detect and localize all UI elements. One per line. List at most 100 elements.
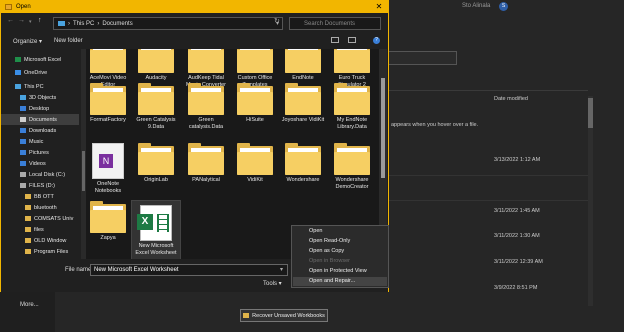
nav-item-downloads[interactable]: Downloads [1, 125, 79, 136]
local-disk-c-icon [20, 172, 26, 177]
back-arrow-icon[interactable]: ← [7, 17, 14, 24]
nav-item-program-files[interactable]: Program Files [1, 246, 79, 257]
menu-item-open[interactable]: Open [293, 227, 387, 236]
file-item[interactable]: X New Microsoft Excel Worksheet [131, 200, 181, 259]
help-icon[interactable]: ? [373, 37, 380, 44]
preview-pane-icon[interactable] [348, 37, 356, 43]
nav-item-3d-objects[interactable]: 3D Objects [1, 92, 79, 103]
bb-ott-icon [25, 194, 31, 199]
date-modified-header[interactable]: Date modified [494, 96, 528, 102]
file-item[interactable]: FormatFactory [86, 83, 132, 124]
view-options-icon[interactable] [331, 37, 339, 43]
nav-item-onedrive[interactable]: OneDrive [1, 67, 79, 78]
avatar[interactable]: S [499, 2, 508, 11]
backstage-search-box[interactable] [388, 51, 457, 65]
this-pc-icon [15, 84, 21, 89]
nav-item-files-d[interactable]: FILES (D:) [1, 180, 79, 191]
folder-icon [138, 143, 174, 175]
bluetooth-icon [25, 205, 31, 210]
file-item-label: OriginLab [144, 177, 168, 183]
nav-item-pictures[interactable]: Pictures [1, 147, 79, 158]
up-arrow-icon[interactable]: ↑ [38, 17, 42, 24]
nav-item-label: Music [29, 138, 44, 145]
divider [388, 90, 588, 91]
program-files-icon [25, 249, 31, 254]
forward-arrow-icon[interactable]: → [18, 17, 25, 24]
pictures-icon [20, 150, 26, 155]
breadcrumb-this-pc[interactable]: This PC [73, 21, 94, 27]
file-item[interactable]: VidiKit [231, 143, 279, 184]
breadcrumb-documents[interactable]: Documents [102, 21, 132, 27]
nav-item-local-disk-c[interactable]: Local Disk (C:) [1, 169, 79, 180]
file-name-input[interactable]: New Microsoft Excel Worksheet [90, 264, 288, 276]
file-item-label: VidiKit [247, 177, 263, 183]
file-item[interactable]: EndNote [279, 49, 327, 82]
close-button[interactable]: ✕ [373, 2, 385, 12]
recent-locations-chevron-icon[interactable]: ▾ [29, 19, 32, 25]
menu-item-open-and-repair[interactable]: Open and Repair... [293, 277, 387, 286]
nav-item-desktop[interactable]: Desktop [1, 103, 79, 114]
hover-hint: appears when you hover over a file. [391, 122, 479, 128]
file-item[interactable]: OriginLab [132, 143, 180, 184]
3d-objects-icon [20, 95, 26, 100]
folder-icon [90, 201, 126, 233]
backstage-scrollbar-thumb[interactable] [588, 98, 593, 128]
folder-icon [237, 83, 273, 115]
nav-item-comsats-univ[interactable]: COMSATS Univ [1, 213, 79, 224]
nav-item-bb-ott[interactable]: BB OTT [1, 191, 79, 202]
menu-item-open-in-protected-view[interactable]: Open in Protected View [293, 267, 387, 276]
nav-item-music[interactable]: Music [1, 136, 79, 147]
folder-icon [188, 143, 224, 175]
folder-icon [243, 313, 250, 318]
nav-item-documents[interactable]: Documents [1, 114, 79, 125]
nav-item-label: FILES (D:) [29, 182, 55, 189]
tools-button[interactable]: Tools ▾ [263, 280, 282, 287]
nav-item-label: files [34, 226, 44, 233]
file-item[interactable]: Wondershare [279, 143, 327, 184]
file-item[interactable]: Wondershare DemoCreator [328, 143, 376, 191]
file-item[interactable]: N OneNote Notebooks [86, 143, 132, 195]
recent-date: 3/11/2022 1:45 AM [494, 208, 540, 214]
file-item[interactable]: Zapya [86, 201, 132, 242]
search-input[interactable]: Search Documents [289, 17, 381, 30]
file-item[interactable]: PANalytical [182, 143, 230, 184]
nav-item-files[interactable]: files [1, 224, 79, 235]
menu-item-open-as-copy[interactable]: Open as Copy [293, 247, 387, 256]
file-scrollbar-thumb[interactable] [381, 78, 385, 178]
refresh-icon[interactable]: ↻ [274, 17, 280, 25]
nav-item-label: Documents [29, 116, 57, 123]
title-bar[interactable]: Open ✕ [1, 1, 388, 13]
file-item[interactable]: Joyoshare VidiKit [279, 83, 327, 124]
file-item-label: EndNote [292, 75, 314, 81]
nav-item-this-pc[interactable]: This PC [1, 81, 79, 92]
folder-icon [90, 83, 126, 115]
menu-item-open-in-browser: Open in Browser [309, 258, 350, 264]
menu-item-open-read-only[interactable]: Open Read-Only [293, 237, 387, 246]
file-item-label: Zapya [100, 235, 116, 241]
chevron-down-icon[interactable]: ▾ [280, 266, 283, 273]
file-item[interactable]: Audacity [132, 49, 180, 82]
nav-item-bluetooth[interactable]: bluetooth [1, 202, 79, 213]
nav-item-old-window[interactable]: OLD Window [1, 235, 79, 246]
file-item[interactable]: Green Catalysis 9.Data [132, 83, 180, 131]
recent-date: 3/11/2022 12:39 AM [494, 259, 543, 265]
file-item[interactable]: My EndNote Library.Data [328, 83, 376, 131]
address-box[interactable]: › This PC › Documents ▾ [53, 17, 283, 30]
new-folder-button[interactable]: New folder [54, 38, 83, 44]
more-link[interactable]: More... [20, 302, 39, 308]
nav-scrollbar-thumb[interactable] [82, 151, 85, 191]
nav-item-label: OLD Window [34, 237, 67, 244]
file-item-label: FormatFactory [90, 117, 126, 123]
file-item-label: PANalytical [192, 177, 220, 183]
organize-button[interactable]: Organize ▾ [13, 38, 42, 45]
file-item-label: Green catalysis.Data [188, 117, 224, 130]
recover-unsaved-workbooks-button[interactable]: Recover Unsaved Workbooks [240, 309, 328, 322]
account-name: Sto Alinala [462, 3, 491, 9]
folder-icon [237, 49, 273, 73]
nav-item-videos[interactable]: Videos [1, 158, 79, 169]
nav-item-microsoft-excel[interactable]: Microsoft Excel [1, 54, 79, 65]
file-item[interactable]: HiSuite [231, 83, 279, 124]
folder-icon [237, 143, 273, 175]
nav-item-label: COMSATS Univ [34, 215, 74, 222]
file-item[interactable]: Green catalysis.Data [182, 83, 230, 131]
